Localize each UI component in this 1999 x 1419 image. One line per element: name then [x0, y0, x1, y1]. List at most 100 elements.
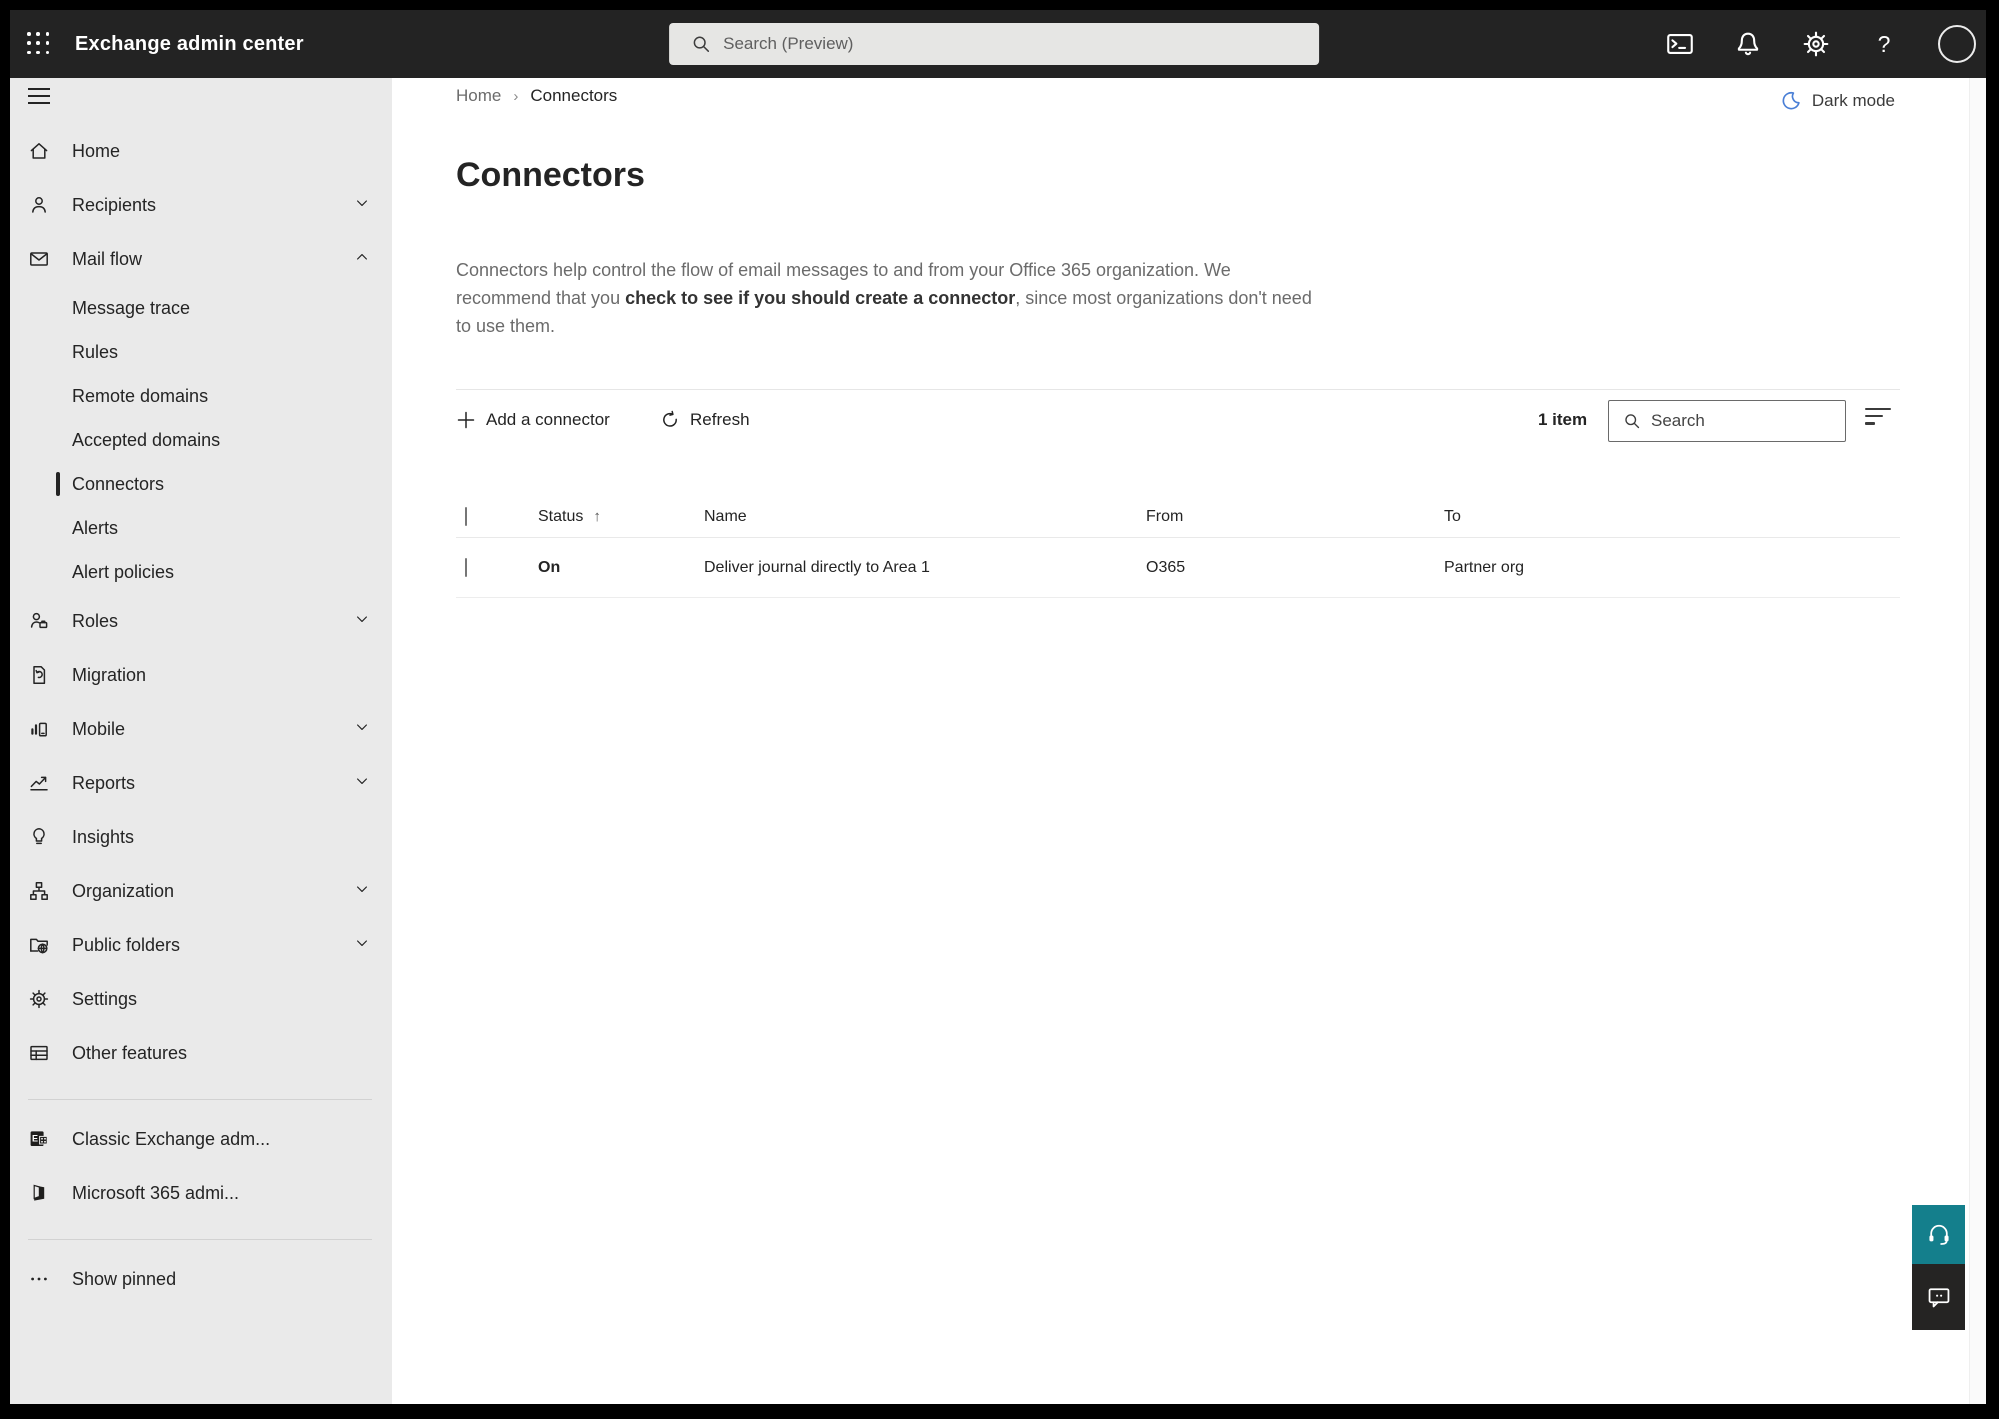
- selected-indicator: [56, 472, 60, 496]
- help-rail: [1912, 1205, 1965, 1330]
- sidebar-item-label: Alerts: [72, 517, 119, 538]
- public-folders-icon: [28, 934, 50, 956]
- sidebar-item-microsoft-365-admi[interactable]: Microsoft 365 admi...: [10, 1166, 392, 1220]
- column-header-name[interactable]: Name: [704, 508, 747, 526]
- sidebar-item-label: Roles: [72, 610, 119, 631]
- chevron-down-icon: [354, 773, 370, 794]
- description-link[interactable]: check to see if you should create a conn…: [625, 288, 1015, 308]
- sidebar-item-classic-exchange-adm[interactable]: E Classic Exchange adm...: [10, 1112, 392, 1166]
- global-search-placeholder: Search (Preview): [723, 34, 854, 53]
- sort-ascending-icon: ↑: [593, 507, 601, 525]
- row-checkbox[interactable]: [465, 557, 467, 577]
- dark-mode-label: Dark mode: [1811, 91, 1895, 110]
- dark-mode-toggle[interactable]: Dark mode: [1780, 90, 1895, 112]
- sidebar-item-migration[interactable]: Migration: [10, 648, 392, 702]
- headset-icon: [1926, 1222, 1952, 1248]
- app-title: Exchange admin center: [75, 32, 304, 55]
- sidebar-item-alert-policies[interactable]: Alert policies: [10, 550, 392, 594]
- chevron-down-icon: [354, 611, 370, 632]
- column-header-from[interactable]: From: [1146, 508, 1183, 526]
- list-search-input[interactable]: Search: [1608, 400, 1846, 442]
- column-header-status[interactable]: Status ↑: [538, 508, 601, 526]
- sidebar-item-label: Organization: [72, 880, 175, 901]
- main-content: Home › Connectors Dark mode Connectors C…: [392, 78, 1986, 1404]
- show-pinned-icon: [28, 1268, 50, 1290]
- chevron-down-icon: [354, 881, 370, 902]
- breadcrumb: Home › Connectors: [456, 86, 617, 106]
- select-all-checkbox[interactable]: [465, 506, 467, 526]
- chevron-down-icon: [354, 195, 370, 216]
- sidebar-item-settings[interactable]: Settings: [10, 972, 392, 1026]
- hamburger-icon[interactable]: [10, 78, 392, 124]
- sidebar-item-reports[interactable]: Reports: [10, 756, 392, 810]
- list-search-placeholder: Search: [1651, 411, 1705, 430]
- feedback-button[interactable]: [1912, 1264, 1965, 1330]
- sidebar-item-label: Reports: [72, 772, 136, 793]
- sidebar-item-label: Classic Exchange adm...: [72, 1128, 271, 1149]
- topbar-actions: ?: [1666, 25, 1986, 63]
- sidebar-item-message-trace[interactable]: Message trace: [10, 286, 392, 330]
- breadcrumb-home[interactable]: Home: [456, 86, 501, 106]
- item-count: 1 item: [1538, 410, 1588, 429]
- avatar[interactable]: [1938, 25, 1976, 63]
- sidebar-item-insights[interactable]: Insights: [10, 810, 392, 864]
- filter-icon[interactable]: [1865, 408, 1891, 432]
- toolbar-divider: [456, 389, 1900, 390]
- sidebar-item-home[interactable]: Home: [10, 124, 392, 178]
- connectors-table: Status ↑ Name From To On Deliver journal direc…: [456, 496, 1900, 598]
- sidebar-item-mail-flow[interactable]: Mail flow: [10, 232, 392, 286]
- sidebar-item-accepted-domains[interactable]: Accepted domains: [10, 418, 392, 462]
- sidebar-item-label: Mail flow: [72, 248, 143, 269]
- feedback-icon: [1926, 1284, 1952, 1310]
- sidebar-item-roles[interactable]: Roles: [10, 594, 392, 648]
- add-connector-button[interactable]: Add a connector: [456, 396, 610, 444]
- mail-flow-icon: [28, 248, 50, 270]
- organization-icon: [28, 880, 50, 902]
- global-search-input[interactable]: Search (Preview): [669, 23, 1320, 65]
- other-features-icon: [28, 1042, 50, 1064]
- sidebar-item-alerts[interactable]: Alerts: [10, 506, 392, 550]
- breadcrumb-separator-icon: ›: [513, 87, 519, 105]
- sidebar-item-rules[interactable]: Rules: [10, 330, 392, 374]
- chevron-down-icon: [354, 719, 370, 740]
- sidebar-item-organization[interactable]: Organization: [10, 864, 392, 918]
- sidebar-item-connectors[interactable]: Connectors: [10, 462, 392, 506]
- chevron-up-icon: [354, 249, 370, 270]
- sidebar: Home Recipients Mail flow Message trace Rule…: [10, 78, 392, 1404]
- help-icon[interactable]: ?: [1870, 30, 1898, 58]
- refresh-button[interactable]: Refresh: [660, 396, 750, 444]
- recipients-icon: [28, 194, 50, 216]
- cell-status: On: [538, 558, 561, 576]
- exchange-admin-window: Exchange admin center Search (Preview) ?…: [10, 10, 1986, 1404]
- gear-icon[interactable]: [1802, 30, 1830, 58]
- sidebar-item-label: Remote domains: [72, 385, 209, 406]
- sidebar-item-other-features[interactable]: Other features: [10, 1026, 392, 1080]
- sidebar-item-public-folders[interactable]: Public folders: [10, 918, 392, 972]
- table-row[interactable]: On Deliver journal directly to Area 1 O365…: [456, 538, 1900, 598]
- sidebar-item-remote-domains[interactable]: Remote domains: [10, 374, 392, 418]
- add-connector-label: Add a connector: [486, 410, 610, 429]
- migration-icon: [28, 664, 50, 686]
- sidebar-item-label: Recipients: [72, 194, 157, 215]
- app-launcher-icon[interactable]: [27, 32, 51, 56]
- sidebar-item-label: Show pinned: [72, 1268, 177, 1289]
- support-button[interactable]: [1912, 1205, 1965, 1264]
- bell-icon[interactable]: [1734, 30, 1762, 58]
- sidebar-divider: [28, 1239, 372, 1240]
- toolbar: Add a connector Refresh 1 item Search: [456, 396, 1900, 444]
- insights-icon: [28, 826, 50, 848]
- home-icon: [28, 140, 50, 162]
- sidebar-item-label: Other features: [72, 1042, 188, 1063]
- sidebar-item-label: Insights: [72, 826, 135, 847]
- scrollbar[interactable]: [1969, 78, 1986, 1404]
- sidebar-item-mobile[interactable]: Mobile: [10, 702, 392, 756]
- column-header-to[interactable]: To: [1444, 508, 1461, 526]
- reports-icon: [28, 772, 50, 794]
- terminal-icon[interactable]: [1666, 30, 1694, 58]
- sidebar-item-label: Migration: [72, 664, 147, 685]
- cell-name: Deliver journal directly to Area 1: [704, 558, 930, 576]
- sidebar-item-recipients[interactable]: Recipients: [10, 178, 392, 232]
- cell-from: O365: [1146, 558, 1186, 576]
- search-icon: [691, 34, 711, 54]
- sidebar-item-show-pinned[interactable]: Show pinned: [10, 1252, 392, 1306]
